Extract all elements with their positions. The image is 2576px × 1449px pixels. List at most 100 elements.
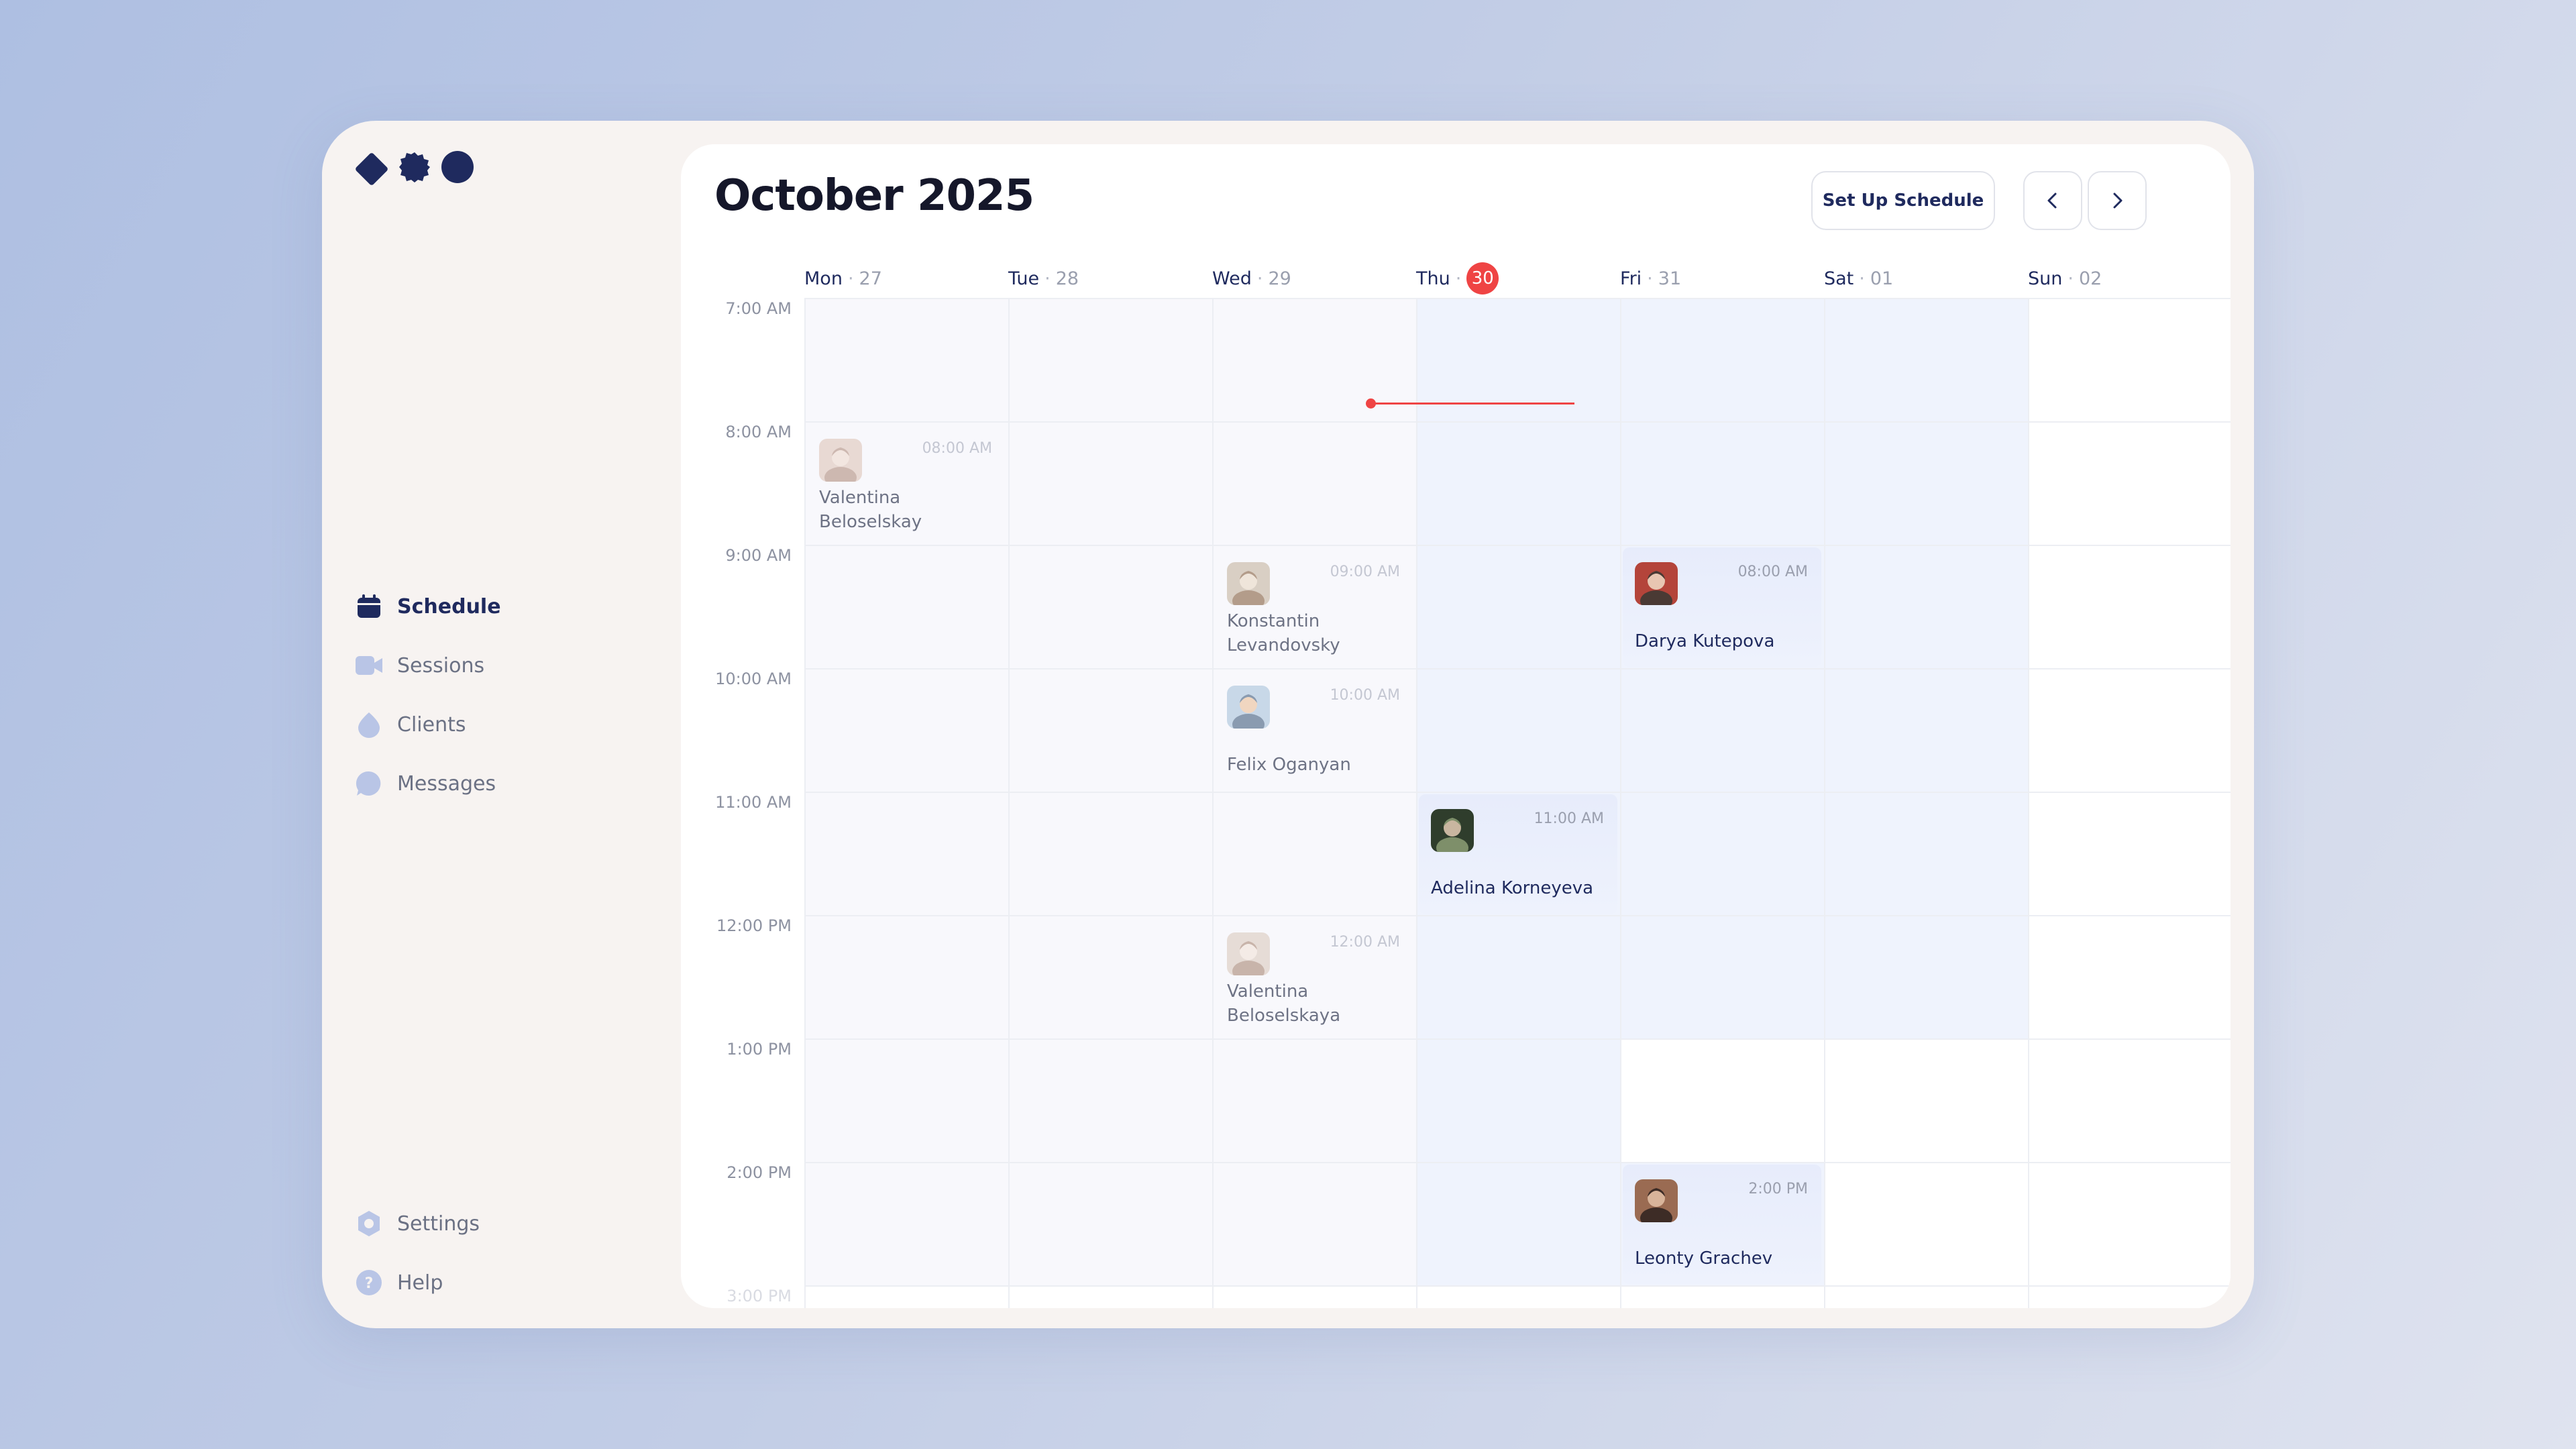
day-header-wed: Wed · 29 (1212, 262, 1291, 295)
calendar-slot[interactable] (2028, 792, 2231, 915)
calendar-slot[interactable] (1416, 421, 1620, 545)
calendar-slot[interactable] (1416, 1038, 1620, 1162)
sidebar-item-label: Help (397, 1271, 443, 1295)
calendar-slot[interactable] (1008, 421, 1212, 545)
calendar-slot[interactable] (804, 792, 1008, 915)
day-header-fri: Fri · 31 (1620, 262, 1681, 295)
set-up-schedule-button[interactable]: Set Up Schedule (1811, 171, 1995, 230)
calendar-slot[interactable] (1824, 1038, 2028, 1162)
calendar-slot[interactable] (2028, 668, 2231, 792)
sidebar-item-messages[interactable]: Messages (356, 754, 501, 813)
calendar-grid: 08:00 AM Valentina Beloselskay 09:00 AM Kon… (804, 298, 2231, 1308)
session-event[interactable]: 08:00 AM Valentina Beloselskay (807, 424, 1006, 543)
calendar-slot[interactable] (1824, 1162, 2028, 1285)
calendar-slot[interactable] (1212, 1285, 1416, 1308)
calendar-slot[interactable] (1008, 792, 1212, 915)
calendar-slot[interactable] (2028, 421, 2231, 545)
calendar-slot[interactable] (1620, 421, 1824, 545)
time-label: 7:00 AM (725, 299, 792, 318)
calendar-slot[interactable] (1008, 1285, 1212, 1308)
calendar-slot[interactable] (1008, 668, 1212, 792)
calendar-slot[interactable] (1824, 915, 2028, 1038)
sidebar-item-sessions[interactable]: Sessions (356, 636, 501, 695)
calendar-slot[interactable] (804, 668, 1008, 792)
calendar-slot[interactable] (1620, 792, 1824, 915)
client-name: Adelina Korneyeva (1431, 878, 1594, 898)
calendar-slot[interactable] (2028, 1038, 2231, 1162)
calendar-slot[interactable] (1824, 792, 2028, 915)
avatar (1227, 562, 1270, 605)
calendar-slot[interactable] (804, 545, 1008, 668)
avatar (1227, 686, 1270, 729)
event-time: 11:00 AM (1534, 810, 1604, 827)
calendar-slot[interactable] (1416, 668, 1620, 792)
chevron-left-icon (2047, 193, 2057, 209)
calendar-slot[interactable] (2028, 1162, 2231, 1285)
calendar-slot[interactable] (1620, 915, 1824, 1038)
day-name: Fri (1620, 268, 1642, 289)
calendar-slot[interactable] (1212, 421, 1416, 545)
calendar-slot[interactable] (1824, 545, 2028, 668)
calendar-slot[interactable] (1824, 421, 2028, 545)
day-name: Tue (1008, 268, 1040, 289)
calendar-slot[interactable] (1620, 668, 1824, 792)
calendar-slot[interactable] (804, 1038, 1008, 1162)
previous-week-button[interactable] (2023, 171, 2082, 230)
sidebar-item-label: Sessions (397, 653, 485, 678)
calendar-slot[interactable] (2028, 545, 2231, 668)
calendar-slot[interactable] (1416, 545, 1620, 668)
day-number: 02 (2078, 268, 2102, 289)
calendar-slot[interactable] (1824, 1285, 2028, 1308)
calendar-slot[interactable] (1620, 1285, 1824, 1308)
sidebar-item-schedule[interactable]: Schedule (356, 577, 501, 636)
sidebar-item-help[interactable]: ? Help (356, 1253, 480, 1312)
calendar-slot[interactable] (1416, 1162, 1620, 1285)
calendar-slot[interactable] (1212, 792, 1416, 915)
separator-dot: · (1044, 268, 1051, 289)
session-event[interactable]: 2:00 PM Leonty Grachev (1623, 1165, 1821, 1284)
page-title: October 2025 (714, 171, 1034, 221)
calendar-slot[interactable] (2028, 915, 2231, 1038)
calendar-slot[interactable] (1008, 298, 1212, 421)
sidebar-bottom-nav: Settings ? Help (356, 1194, 480, 1312)
calendar-slot[interactable] (804, 1162, 1008, 1285)
session-event[interactable]: 11:00 AM Adelina Korneyeva (1419, 794, 1617, 914)
sidebar-item-settings[interactable]: Settings (356, 1194, 480, 1253)
day-header-tue: Tue · 28 (1008, 262, 1079, 295)
session-event[interactable]: 10:00 AM Felix Oganyan (1215, 671, 1413, 790)
calendar-slot[interactable] (1824, 298, 2028, 421)
session-event[interactable]: 09:00 AM Konstantin Levandovsky (1215, 547, 1413, 667)
calendar-slot[interactable] (1620, 298, 1824, 421)
calendar-slot[interactable] (804, 298, 1008, 421)
avatar (1431, 809, 1474, 852)
calendar-slot[interactable] (1416, 1285, 1620, 1308)
current-time-line (1366, 398, 1574, 409)
calendar-slot[interactable] (1824, 668, 2028, 792)
calendar-slot[interactable] (2028, 298, 2231, 421)
calendar-slot[interactable] (1416, 915, 1620, 1038)
next-week-button[interactable] (2088, 171, 2147, 230)
today-date-badge: 30 (1466, 262, 1499, 294)
calendar-slot[interactable] (2028, 1285, 2231, 1308)
day-header-sun: Sun · 02 (2028, 262, 2102, 295)
calendar-slot[interactable] (1620, 1038, 1824, 1162)
calendar-slot[interactable] (1212, 1162, 1416, 1285)
avatar (819, 439, 862, 482)
client-name: Valentina Beloselskay (819, 488, 922, 532)
calendar-slot[interactable] (1008, 1162, 1212, 1285)
day-number: 28 (1055, 268, 1079, 289)
time-label: 3:00 PM (727, 1287, 792, 1305)
calendar-slot[interactable] (1212, 1038, 1416, 1162)
calendar-slot[interactable] (1008, 1038, 1212, 1162)
session-event[interactable]: 08:00 AM Darya Kutepova (1623, 547, 1821, 667)
time-label: 10:00 AM (715, 669, 792, 688)
session-event[interactable]: 12:00 AM Valentina Beloselskaya (1215, 918, 1413, 1037)
calendar-slot[interactable] (1008, 915, 1212, 1038)
calendar-icon (356, 593, 382, 620)
diamond-logo-icon (354, 152, 389, 186)
calendar-slot[interactable] (804, 1285, 1008, 1308)
client-name: Konstantin Levandovsky (1227, 611, 1340, 655)
sidebar-item-clients[interactable]: Clients (356, 695, 501, 754)
calendar-slot[interactable] (804, 915, 1008, 1038)
calendar-slot[interactable] (1008, 545, 1212, 668)
